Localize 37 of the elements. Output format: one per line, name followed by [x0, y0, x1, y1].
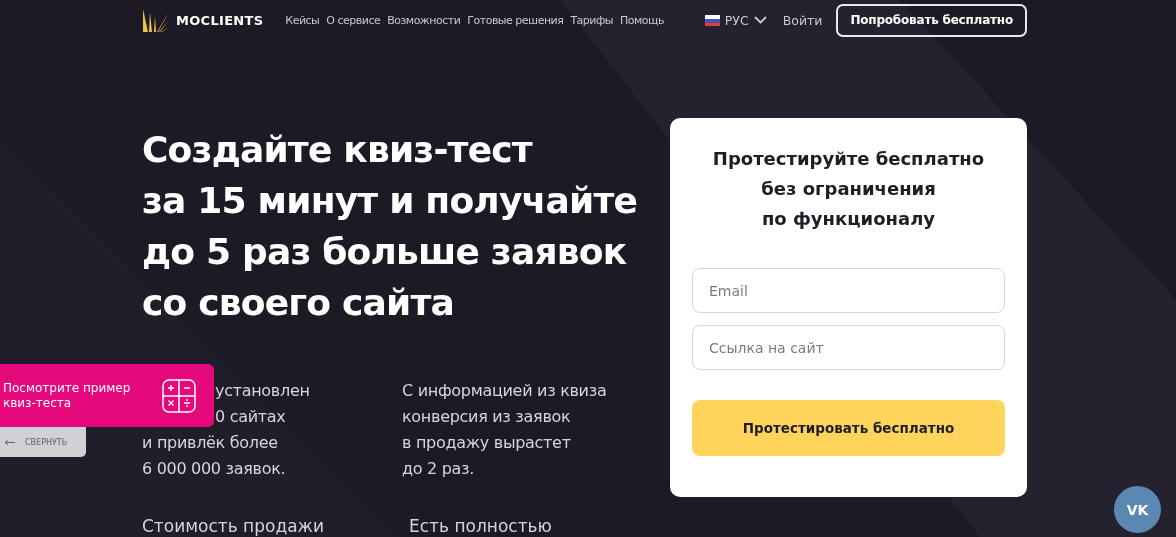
nav-link[interactable]: О сервисе	[326, 13, 381, 27]
arrow-left-icon	[4, 438, 16, 446]
nav-link[interactable]: Готовые решения	[467, 13, 564, 27]
hero-title-line: Создайте квиз-тест	[142, 128, 534, 172]
stat-text: до 2 раз.	[402, 458, 475, 480]
input-field[interactable]: Ссылка на сайт	[692, 325, 1005, 370]
stat-text: С информацией из квиза	[402, 380, 607, 402]
nav-link[interactable]: Возможности	[387, 13, 461, 27]
stat-text: установлен	[215, 380, 310, 402]
stat-text: 0 сайтах	[215, 406, 286, 428]
card-title-line: по функционалу	[761, 207, 936, 231]
stat-text: в продажу вырастет	[402, 432, 571, 454]
hero-title-line: со своего сайта	[142, 281, 455, 325]
hero-title-line: до 5 раз больше заявок	[142, 230, 628, 274]
card-title-line: без ограничения	[761, 177, 936, 201]
collapse-button[interactable]: СВЕРНУТЬ	[0, 427, 86, 457]
stat-text: Стоимость продажи	[142, 515, 324, 537]
banner-text: Посмотрите пример квиз-теста	[3, 380, 132, 411]
quiz-example-banner[interactable]: Посмотрите пример квиз-теста	[0, 364, 214, 427]
hero-title-line: за 15 минут и получайте	[142, 179, 639, 223]
card-title-line: Протестируйте бесплатно	[712, 147, 985, 171]
submit-button[interactable]: Протестировать бесплатно	[692, 400, 1005, 456]
calculator-icon	[162, 378, 196, 413]
stat-text: Есть полностью	[408, 515, 552, 537]
stat-text: и привлёк более	[142, 432, 278, 454]
flag-icon	[704, 14, 720, 26]
try-free-button[interactable]: Попробовать бесплатно	[836, 3, 1027, 37]
brand-name[interactable]: MOCLIENTS	[176, 12, 264, 28]
nav-link[interactable]: Кейсы	[285, 13, 320, 27]
login-link[interactable]: Войти	[782, 12, 823, 28]
language-selector[interactable]: РУС	[704, 12, 767, 28]
chevron-down-icon	[753, 16, 767, 24]
nav-link[interactable]: Тарифы	[570, 13, 614, 27]
stat-text: конверсия из заявок	[402, 406, 571, 428]
nav-link[interactable]: Помощь	[620, 13, 664, 27]
stat-text: 6 000 000 заявок.	[142, 458, 286, 480]
input-field[interactable]: Email	[692, 268, 1005, 313]
